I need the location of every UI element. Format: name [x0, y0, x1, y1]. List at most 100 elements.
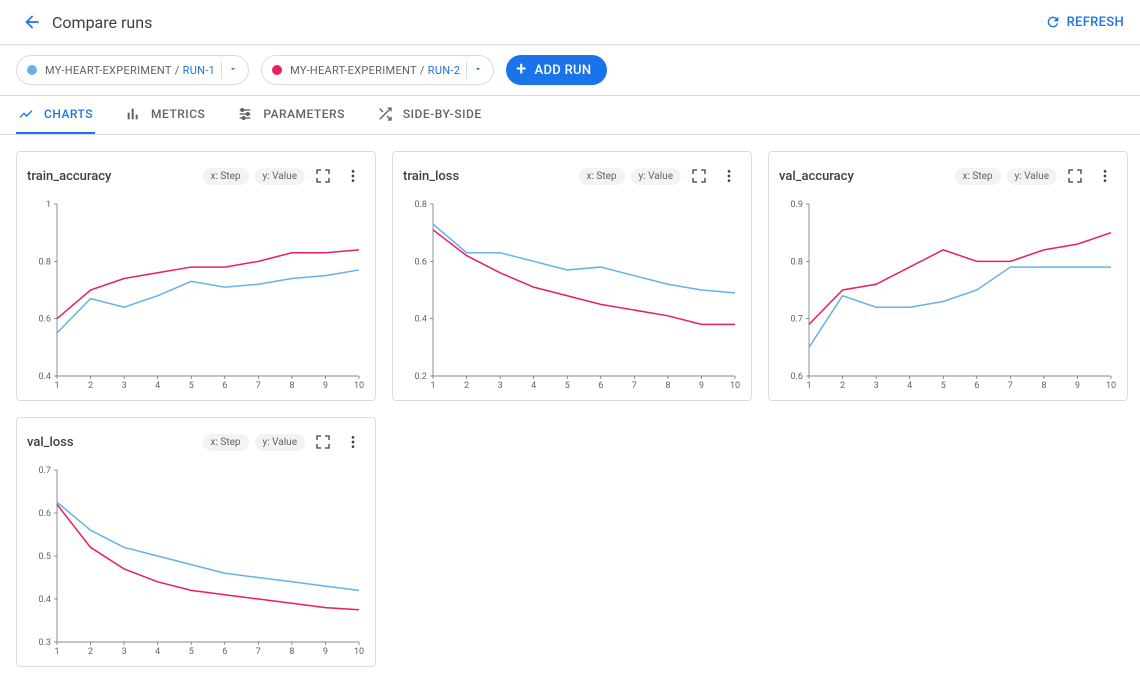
svg-text:6: 6 [222, 647, 227, 657]
svg-text:1: 1 [54, 381, 59, 391]
svg-text:2: 2 [840, 381, 845, 391]
svg-text:5: 5 [941, 381, 946, 391]
svg-text:5: 5 [565, 381, 570, 391]
svg-text:1: 1 [46, 200, 51, 210]
fullscreen-icon[interactable] [687, 164, 711, 188]
x-axis-pill[interactable]: x: Step [579, 168, 625, 185]
chart-title: train_accuracy [27, 169, 197, 184]
chart-title: train_loss [403, 169, 573, 184]
run-color-dot [27, 65, 37, 75]
svg-text:2: 2 [88, 381, 93, 391]
svg-text:6: 6 [974, 381, 979, 391]
x-axis-pill[interactable]: x: Step [203, 434, 249, 451]
chart-plot: 0.60.70.80.912345678910 [779, 196, 1117, 396]
run-experiment-label: MY-HEART-EXPERIMENT [45, 64, 172, 77]
bar-chart-icon [125, 106, 141, 122]
fullscreen-icon[interactable] [311, 430, 335, 454]
svg-text:7: 7 [632, 381, 637, 391]
y-axis-pill[interactable]: y: Value [255, 434, 305, 451]
chart-card-val_loss: val_loss x: Step y: Value 0.30.40.50.60.… [16, 417, 376, 667]
add-run-button[interactable]: + ADD RUN [506, 55, 607, 85]
svg-text:10: 10 [1106, 381, 1116, 391]
svg-text:9: 9 [1075, 381, 1080, 391]
tab-label: PARAMETERS [263, 107, 345, 121]
chart-grid: train_accuracy x: Step y: Value 0.4 0.6 0.… [0, 135, 1140, 683]
fullscreen-icon[interactable] [1063, 164, 1087, 188]
tab-label: METRICS [151, 107, 205, 121]
plus-icon: + [516, 61, 526, 79]
chart-title: val_loss [27, 435, 197, 450]
chart-card-val_accuracy: val_accuracy x: Step y: Value 0.6 0.7 0.8 0… [768, 151, 1128, 401]
more-vert-icon[interactable] [1093, 164, 1117, 188]
refresh-label: REFRESH [1067, 15, 1124, 30]
svg-text:3: 3 [122, 381, 127, 391]
chevron-down-icon[interactable] [221, 62, 244, 79]
x-axis-pill[interactable]: x: Step [955, 168, 1001, 185]
svg-text:0.6: 0.6 [791, 372, 804, 382]
more-vert-icon[interactable] [341, 164, 365, 188]
svg-text:7: 7 [256, 381, 261, 391]
svg-text:8: 8 [665, 381, 670, 391]
svg-text:9: 9 [699, 381, 704, 391]
card-header: train_accuracy x: Step y: Value [27, 164, 365, 188]
svg-text:0.9: 0.9 [791, 200, 804, 210]
svg-text:4: 4 [155, 381, 160, 391]
svg-text:2: 2 [464, 381, 469, 391]
shuffle-icon [377, 106, 393, 122]
svg-text:0.3: 0.3 [39, 638, 52, 648]
svg-text:6: 6 [598, 381, 603, 391]
chart-title: val_accuracy [779, 169, 949, 184]
svg-text:5: 5 [189, 381, 194, 391]
tab-metrics[interactable]: METRICS [123, 96, 207, 134]
svg-text:10: 10 [354, 381, 364, 391]
svg-text:3: 3 [122, 647, 127, 657]
svg-text:10: 10 [354, 647, 364, 657]
add-run-label: ADD RUN [535, 63, 592, 78]
fullscreen-icon[interactable] [311, 164, 335, 188]
svg-text:0.7: 0.7 [791, 315, 804, 325]
page-title: Compare runs [52, 13, 152, 32]
svg-text:0.5: 0.5 [39, 552, 52, 562]
tabs-bar: CHARTS METRICS PARAMETERS SIDE-BY-SIDE [0, 96, 1140, 135]
svg-text:0.8: 0.8 [415, 200, 428, 210]
svg-text:9: 9 [323, 647, 328, 657]
more-vert-icon[interactable] [341, 430, 365, 454]
svg-text:7: 7 [256, 647, 261, 657]
chart-plot: 0.30.40.50.60.712345678910 [27, 462, 365, 662]
tab-charts[interactable]: CHARTS [16, 96, 95, 134]
more-vert-icon[interactable] [717, 164, 741, 188]
y-axis-pill[interactable]: y: Value [1007, 168, 1057, 185]
run-id-label: RUN-2 [428, 64, 460, 77]
svg-text:1: 1 [806, 381, 811, 391]
chevron-down-icon[interactable] [466, 62, 489, 79]
svg-text:8: 8 [289, 381, 294, 391]
svg-text:0.8: 0.8 [791, 257, 804, 267]
svg-text:8: 8 [1041, 381, 1046, 391]
svg-text:8: 8 [289, 647, 294, 657]
timeline-icon [18, 106, 34, 122]
x-axis-pill[interactable]: x: Step [203, 168, 249, 185]
refresh-button[interactable]: REFRESH [1045, 14, 1124, 30]
back-button[interactable] [16, 6, 48, 38]
svg-text:0.6: 0.6 [39, 509, 52, 519]
run-chip-1[interactable]: MY-HEART-EXPERIMENT / RUN-1 [16, 55, 249, 85]
tab-parameters[interactable]: PARAMETERS [235, 96, 347, 134]
run-id-label: RUN-1 [183, 64, 215, 77]
svg-text:3: 3 [874, 381, 879, 391]
y-axis-pill[interactable]: y: Value [631, 168, 681, 185]
svg-text:0.4: 0.4 [39, 595, 52, 605]
tune-icon [237, 106, 253, 122]
refresh-icon [1045, 14, 1061, 30]
chart-plot: 0.20.40.60.812345678910 [403, 196, 741, 396]
runs-row: MY-HEART-EXPERIMENT / RUN-1 MY-HEART-EXP… [0, 45, 1140, 96]
svg-text:1: 1 [54, 647, 59, 657]
y-axis-pill[interactable]: y: Value [255, 168, 305, 185]
svg-text:7: 7 [1008, 381, 1013, 391]
svg-text:0.2: 0.2 [415, 372, 428, 382]
chart-plot: 0.40.60.8112345678910 [27, 196, 365, 396]
run-color-dot [272, 65, 282, 75]
tab-side-by-side[interactable]: SIDE-BY-SIDE [375, 96, 484, 134]
arrow-back-icon [22, 12, 42, 32]
svg-text:0.4: 0.4 [415, 315, 428, 325]
run-chip-2[interactable]: MY-HEART-EXPERIMENT / RUN-2 [261, 55, 494, 85]
